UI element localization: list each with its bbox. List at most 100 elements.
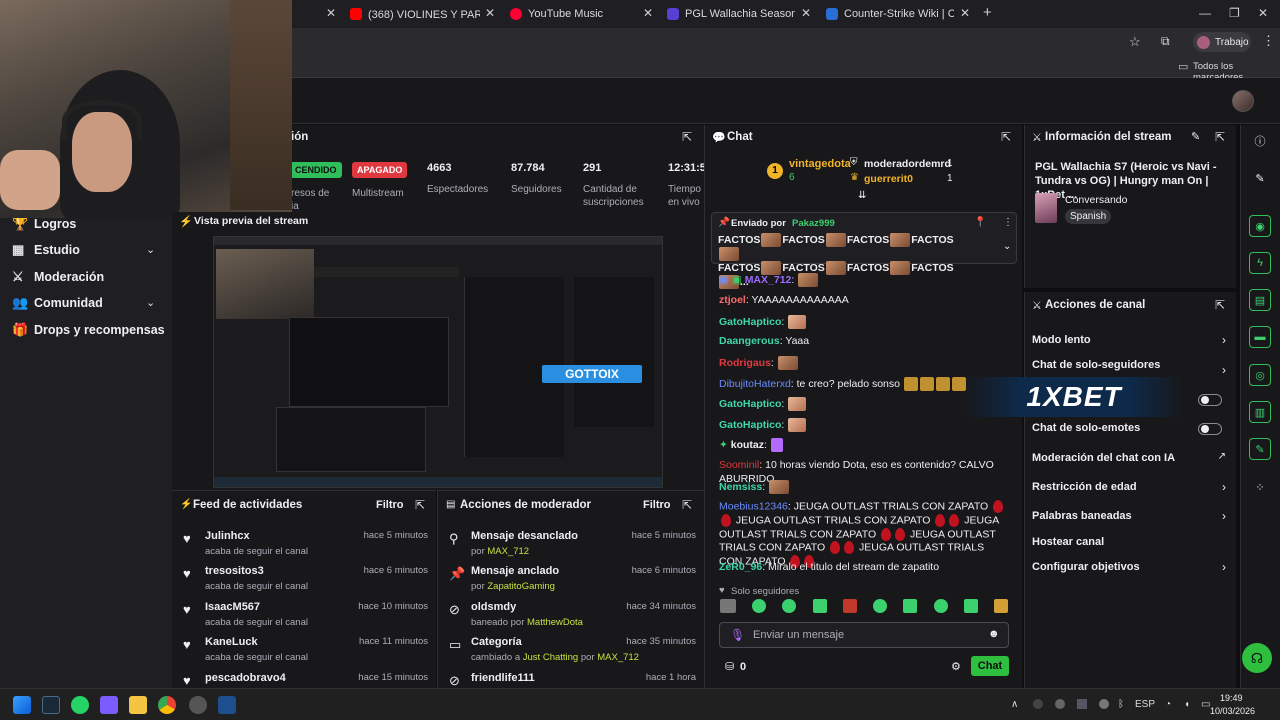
browser-tab[interactable]: YouTube Music — [510, 4, 638, 24]
bluetooth-icon[interactable]: ᛒ — [1118, 699, 1124, 710]
chevron-right-icon[interactable]: › — [1222, 333, 1226, 347]
layout-icon[interactable]: ▥ — [1249, 401, 1271, 423]
moderator-name[interactable]: ZapatitoGaming — [487, 581, 555, 592]
tray-icon[interactable] — [1077, 699, 1087, 709]
chat-username[interactable]: MAX_712 — [745, 274, 792, 286]
emoji-icon[interactable]: ☻ — [988, 628, 1000, 640]
apps-icon[interactable]: ⁘ — [1249, 476, 1271, 498]
pinned-user[interactable]: Pakaz999 — [792, 218, 835, 229]
follower-name[interactable]: pescadobravo4 — [205, 672, 286, 684]
nav-item-estudio[interactable]: ▦ Estudio — [12, 242, 80, 258]
tray-chevron-icon[interactable]: ∧ — [1011, 699, 1018, 710]
camera-icon[interactable]: ◉ — [1249, 215, 1271, 237]
whatsapp-icon[interactable] — [71, 696, 89, 714]
chevron-right-icon[interactable]: › — [1222, 363, 1226, 377]
start-icon[interactable] — [13, 696, 31, 714]
host-channel-action[interactable]: Hostear canal — [1032, 536, 1104, 548]
browser-tab[interactable]: (368) VIOLINES Y PARCHADAS🩸 — [350, 4, 480, 24]
discord-icon[interactable] — [100, 696, 118, 714]
nav-item-logros[interactable]: 🏆 Logros — [12, 216, 76, 232]
chat-username[interactable]: koutaz — [731, 439, 764, 451]
chat-username[interactable]: ztjoel — [719, 294, 746, 306]
chevron-down-icon[interactable]: ⌄ — [146, 296, 155, 309]
toggle-switch[interactable] — [1198, 394, 1222, 406]
points-icon[interactable]: ⛁ — [725, 660, 734, 673]
follower-name[interactable]: IsaacM567 — [205, 601, 260, 613]
headset-icon[interactable]: ☊ — [1242, 643, 1272, 673]
emote[interactable] — [842, 599, 857, 613]
chrome-icon[interactable] — [158, 696, 176, 714]
clipboard-icon[interactable]: ▤ — [1249, 289, 1271, 311]
chat-username[interactable]: Moebius12346 — [719, 500, 788, 512]
tray-icon[interactable] — [1055, 699, 1065, 709]
goals-action[interactable]: Configurar objetivos — [1032, 561, 1140, 573]
close-tab-icon[interactable]: ✕ — [801, 6, 811, 20]
top-chatter-name[interactable]: moderadordemrd — [864, 158, 951, 170]
category-name[interactable]: Conversando — [1065, 194, 1127, 206]
emote-only-action[interactable]: Chat de solo-emotes — [1032, 422, 1140, 434]
moderator-name[interactable]: MAX_712 — [597, 652, 639, 663]
slow-mode-action[interactable]: Modo lento — [1032, 334, 1091, 346]
chat-username[interactable]: GatoHaptico — [719, 316, 781, 328]
settings-icon[interactable]: ⚙ — [951, 660, 961, 673]
close-tab-icon[interactable]: ✕ — [485, 6, 495, 20]
external-link-icon[interactable]: ↗ — [1218, 451, 1226, 462]
emote[interactable] — [993, 599, 1008, 613]
edit-icon[interactable]: ✎ — [1191, 130, 1200, 143]
broadcast-icon[interactable]: ◎ — [1249, 364, 1271, 386]
chat-username[interactable]: Daangerous — [719, 335, 780, 347]
info-icon[interactable]: ⓘ — [1249, 130, 1271, 152]
popout-icon[interactable]: ⇱ — [682, 130, 692, 144]
wifi-icon[interactable]: ◔ — [1165, 699, 1171, 710]
emote[interactable] — [812, 599, 827, 613]
user-avatar[interactable] — [1232, 90, 1254, 112]
chat-input[interactable]: 🎙 Enviar un mensaje ☻ — [719, 622, 1009, 648]
category-name[interactable]: Just Chatting — [523, 652, 578, 663]
close-tab-icon[interactable]: ✕ — [326, 6, 336, 20]
nav-item-drops[interactable]: 🎁 Drops y recompensas — [12, 322, 165, 338]
chevron-down-icon[interactable]: ⌄ — [1003, 241, 1011, 252]
popout-icon[interactable]: ⇱ — [1001, 130, 1011, 144]
folder-icon[interactable] — [129, 696, 147, 714]
tray-icon[interactable] — [1033, 699, 1043, 709]
profile-button[interactable]: Trabajo — [1193, 32, 1251, 52]
emote[interactable] — [720, 599, 736, 613]
emote[interactable] — [782, 599, 797, 613]
maximize-icon[interactable]: ❐ — [1229, 6, 1240, 20]
top-gifter-name[interactable]: vintagedota — [789, 158, 851, 170]
app-icon[interactable] — [189, 696, 207, 714]
moderator-name[interactable]: MatthewDota — [527, 617, 583, 628]
follower-name[interactable]: KaneLuck — [205, 636, 258, 648]
chat-username[interactable]: DibujitoHaterxd — [719, 378, 791, 390]
clock-time[interactable]: 19:49 — [1220, 693, 1243, 703]
chevron-right-icon[interactable]: › — [1222, 480, 1226, 494]
browser-tab[interactable]: Counter-Strike Wiki | CS2 | Liqu — [826, 4, 954, 24]
nav-item-moderacion[interactable]: ⚔ Moderación — [12, 269, 104, 285]
popout-icon[interactable]: ⇱ — [682, 498, 692, 512]
category-art[interactable] — [1035, 193, 1057, 223]
new-tab-icon[interactable]: + — [983, 4, 992, 21]
menu-icon[interactable]: ⋮ — [1262, 33, 1275, 49]
emote[interactable] — [963, 599, 978, 613]
chat-username[interactable]: GatoHaptico — [719, 419, 781, 431]
top-chatter-name[interactable]: guerrerit0 — [864, 173, 913, 185]
follower-name[interactable]: tresositos3 — [205, 565, 264, 577]
followers-only-action[interactable]: Chat de solo-seguidores — [1032, 359, 1160, 371]
moderator-name[interactable]: MAX_712 — [487, 546, 529, 557]
extensions-icon[interactable]: ⧉ — [1161, 34, 1170, 49]
more-icon[interactable]: ⋮ — [1003, 217, 1013, 228]
popout-icon[interactable]: ⇱ — [1215, 130, 1225, 144]
chevron-down-icon[interactable]: ⌄ — [146, 243, 155, 256]
chat-icon[interactable]: ▬ — [1249, 326, 1271, 348]
emote[interactable] — [933, 599, 948, 613]
browser-tab[interactable]: PGL Wallachia Season 7: Group — [667, 4, 795, 24]
chat-username[interactable]: ZeR0_96 — [719, 561, 762, 573]
chat-username[interactable]: GatoHaptico — [719, 398, 781, 410]
banned-words-action[interactable]: Palabras baneadas — [1032, 510, 1132, 522]
action-name[interactable]: oldsmdy — [471, 601, 516, 613]
close-window-icon[interactable]: ✕ — [1258, 6, 1268, 20]
popout-icon[interactable]: ⇱ — [415, 498, 425, 512]
popout-icon[interactable]: ⇱ — [1215, 298, 1225, 312]
chat-username[interactable]: Soominil — [719, 459, 759, 471]
mod-filter-button[interactable]: Filtro — [643, 499, 671, 511]
